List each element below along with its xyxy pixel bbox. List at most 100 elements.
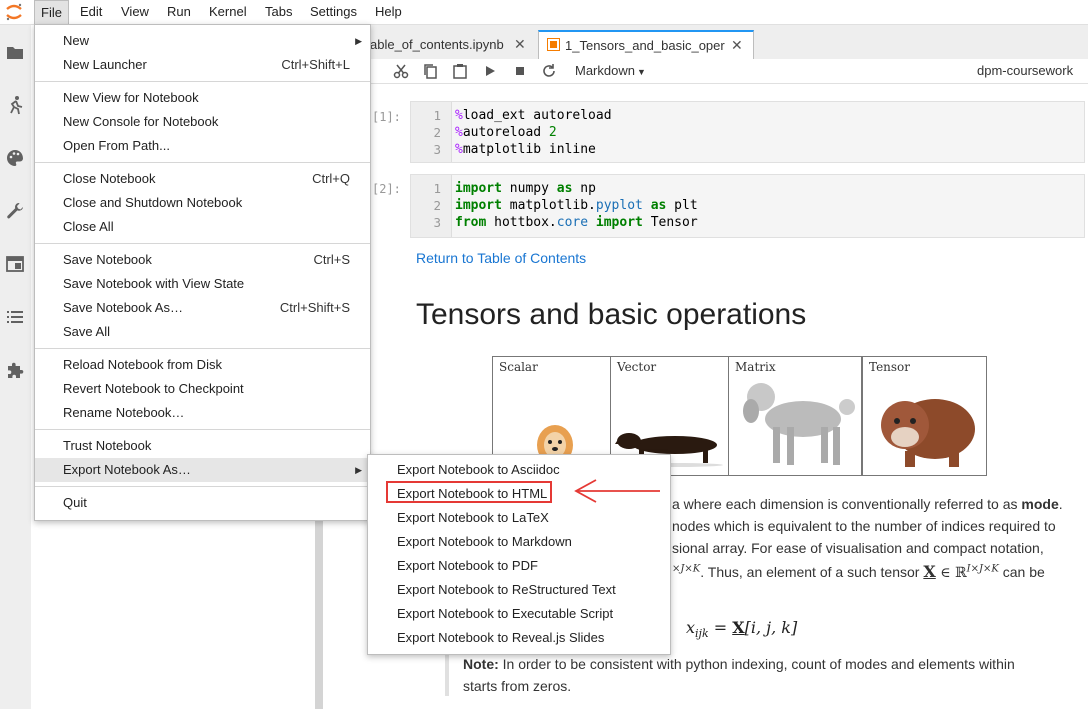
- menu-item-reload-from-disk[interactable]: Reload Notebook from Disk: [35, 353, 370, 377]
- export-executable-script[interactable]: Export Notebook to Executable Script: [368, 602, 670, 626]
- paragraph-line: nodes which is equivalent to the number …: [672, 518, 1056, 534]
- paragraph-line: sional array. For ease of visualisation …: [672, 540, 1044, 556]
- export-latex[interactable]: Export Notebook to LaTeX: [368, 506, 670, 530]
- poodle-dog-icon: [743, 383, 855, 465]
- menu-tabs[interactable]: Tabs: [259, 0, 298, 24]
- menu-item-revert-to-checkpoint[interactable]: Revert Notebook to Checkpoint: [35, 377, 370, 401]
- export-restructured-text[interactable]: Export Notebook to ReStructured Text: [368, 578, 670, 602]
- menu-item-save-notebook[interactable]: Save Notebook Ctrl+S: [35, 248, 370, 272]
- menu-kernel[interactable]: Kernel: [203, 0, 253, 24]
- menu-help[interactable]: Help: [369, 0, 408, 24]
- code-line: %matplotlib inline: [455, 142, 596, 157]
- menu-item-save-notebook-as[interactable]: Save Notebook As… Ctrl+Shift+S: [35, 296, 370, 320]
- menu-item-export-notebook-as[interactable]: Export Notebook As… ▶: [35, 458, 370, 482]
- tensor-image: Tensor: [862, 356, 987, 476]
- paste-icon[interactable]: [451, 62, 469, 80]
- menu-divider: [35, 486, 370, 487]
- menu-divider: [35, 81, 370, 82]
- running-icon[interactable]: [5, 95, 25, 115]
- tab-label: able_of_contents.ipynb: [370, 37, 504, 52]
- cut-icon[interactable]: [392, 62, 410, 80]
- line-number: 2: [433, 198, 441, 213]
- tabs-icon[interactable]: [5, 254, 25, 274]
- export-revealjs-slides[interactable]: Export Notebook to Reveal.js Slides: [368, 626, 670, 650]
- export-pdf[interactable]: Export Notebook to PDF: [368, 554, 670, 578]
- paragraph-line: a where each dimension is conventionally…: [672, 496, 1063, 512]
- kernel-name[interactable]: dpm-coursework: [977, 62, 1073, 80]
- formula: xijk = X[i, j, k]: [686, 618, 798, 641]
- menu-item-save-with-view-state[interactable]: Save Notebook with View State: [35, 272, 370, 296]
- menu-file[interactable]: File: [34, 0, 69, 24]
- matrix-image: Matrix: [728, 356, 862, 476]
- stop-icon[interactable]: [511, 62, 529, 80]
- annotation-arrow-icon: [574, 479, 660, 503]
- image-caption: Vector: [617, 360, 657, 374]
- menu-run[interactable]: Run: [161, 0, 197, 24]
- export-markdown[interactable]: Export Notebook to Markdown: [368, 530, 670, 554]
- section-heading: Tensors and basic operations: [416, 298, 807, 331]
- extension-puzzle-icon[interactable]: [5, 360, 25, 380]
- chevron-right-icon: ▶: [355, 36, 362, 46]
- jupyter-logo-icon[interactable]: [4, 2, 24, 22]
- menubar: File Edit View Run Kernel Tabs Settings …: [0, 0, 1088, 25]
- notebook-icon: [547, 38, 560, 51]
- toc-list-icon[interactable]: [5, 307, 25, 327]
- line-number-gutter: 1 2 3: [411, 175, 452, 237]
- menu-view[interactable]: View: [115, 0, 155, 24]
- chevron-down-icon: ▼: [636, 67, 646, 77]
- code-line: import numpy as np: [455, 181, 596, 196]
- annotation-highlight-box: [386, 481, 552, 503]
- menu-settings[interactable]: Settings: [304, 0, 363, 24]
- image-caption: Scalar: [499, 360, 538, 374]
- menu-divider: [35, 429, 370, 430]
- menu-divider: [35, 162, 370, 163]
- menu-item-open-from-path[interactable]: Open From Path...: [35, 134, 370, 158]
- paragraph-line: ×J×K. Thus, an element of a such tensor …: [672, 562, 1045, 581]
- line-number: 3: [433, 142, 441, 157]
- cell-type-select[interactable]: Markdown ▼: [575, 62, 646, 80]
- toc-link[interactable]: Return to Table of Contents: [416, 250, 586, 266]
- chevron-right-icon: ▶: [355, 465, 362, 475]
- code-line: %load_ext autoreload: [455, 108, 612, 123]
- cell-prompt: [1]:: [372, 110, 401, 124]
- code-line: import matplotlib.pyplot as plt: [455, 198, 698, 213]
- code-cell[interactable]: 1 2 3 %load_ext autoreload %autoreload 2…: [410, 101, 1085, 163]
- line-number-gutter: 1 2 3: [411, 102, 452, 162]
- line-number: 1: [433, 108, 441, 123]
- code-cell[interactable]: 1 2 3 import numpy as np import matplotl…: [410, 174, 1085, 238]
- cell-type-value: Markdown: [575, 63, 635, 78]
- wrench-icon[interactable]: [5, 201, 25, 221]
- menu-item-trust-notebook[interactable]: Trust Notebook: [35, 434, 370, 458]
- restart-icon[interactable]: [540, 62, 558, 80]
- bulldog-icon: [881, 399, 975, 467]
- close-icon[interactable]: ✕: [514, 31, 526, 58]
- code-line: from hottbox.core import Tensor: [455, 215, 698, 230]
- menu-item-save-all[interactable]: Save All: [35, 320, 370, 344]
- menu-item-close-and-shutdown[interactable]: Close and Shutdown Notebook: [35, 191, 370, 215]
- note-quote-bar: [445, 650, 449, 696]
- menu-item-rename-notebook[interactable]: Rename Notebook…: [35, 401, 370, 425]
- close-icon[interactable]: ✕: [731, 32, 743, 59]
- menu-edit[interactable]: Edit: [74, 0, 108, 24]
- line-number: 1: [433, 181, 441, 196]
- file-menu: New ▶ New Launcher Ctrl+Shift+L New View f…: [34, 24, 371, 521]
- menu-item-close-all[interactable]: Close All: [35, 215, 370, 239]
- menu-item-new-console[interactable]: New Console for Notebook: [35, 110, 370, 134]
- tab-table-of-contents[interactable]: able_of_contents.ipynb ✕: [370, 31, 530, 58]
- copy-icon[interactable]: [421, 62, 439, 80]
- folder-icon[interactable]: [5, 43, 25, 63]
- cell-prompt: [2]:: [372, 182, 401, 196]
- run-icon[interactable]: [481, 62, 499, 80]
- menu-divider: [35, 243, 370, 244]
- menu-item-new-view[interactable]: New View for Notebook: [35, 86, 370, 110]
- tab-tensors-notebook[interactable]: 1_Tensors_and_basic_oper ✕: [538, 30, 754, 61]
- code-line: %autoreload 2: [455, 125, 557, 140]
- menu-item-quit[interactable]: Quit: [35, 491, 370, 515]
- tab-label: 1_Tensors_and_basic_oper: [565, 38, 725, 53]
- line-number: 2: [433, 125, 441, 140]
- image-caption: Matrix: [735, 360, 776, 374]
- menu-item-new-launcher[interactable]: New Launcher Ctrl+Shift+L: [35, 53, 370, 77]
- menu-item-new[interactable]: New ▶: [35, 29, 370, 53]
- menu-item-close-notebook[interactable]: Close Notebook Ctrl+Q: [35, 167, 370, 191]
- palette-icon[interactable]: [5, 148, 25, 168]
